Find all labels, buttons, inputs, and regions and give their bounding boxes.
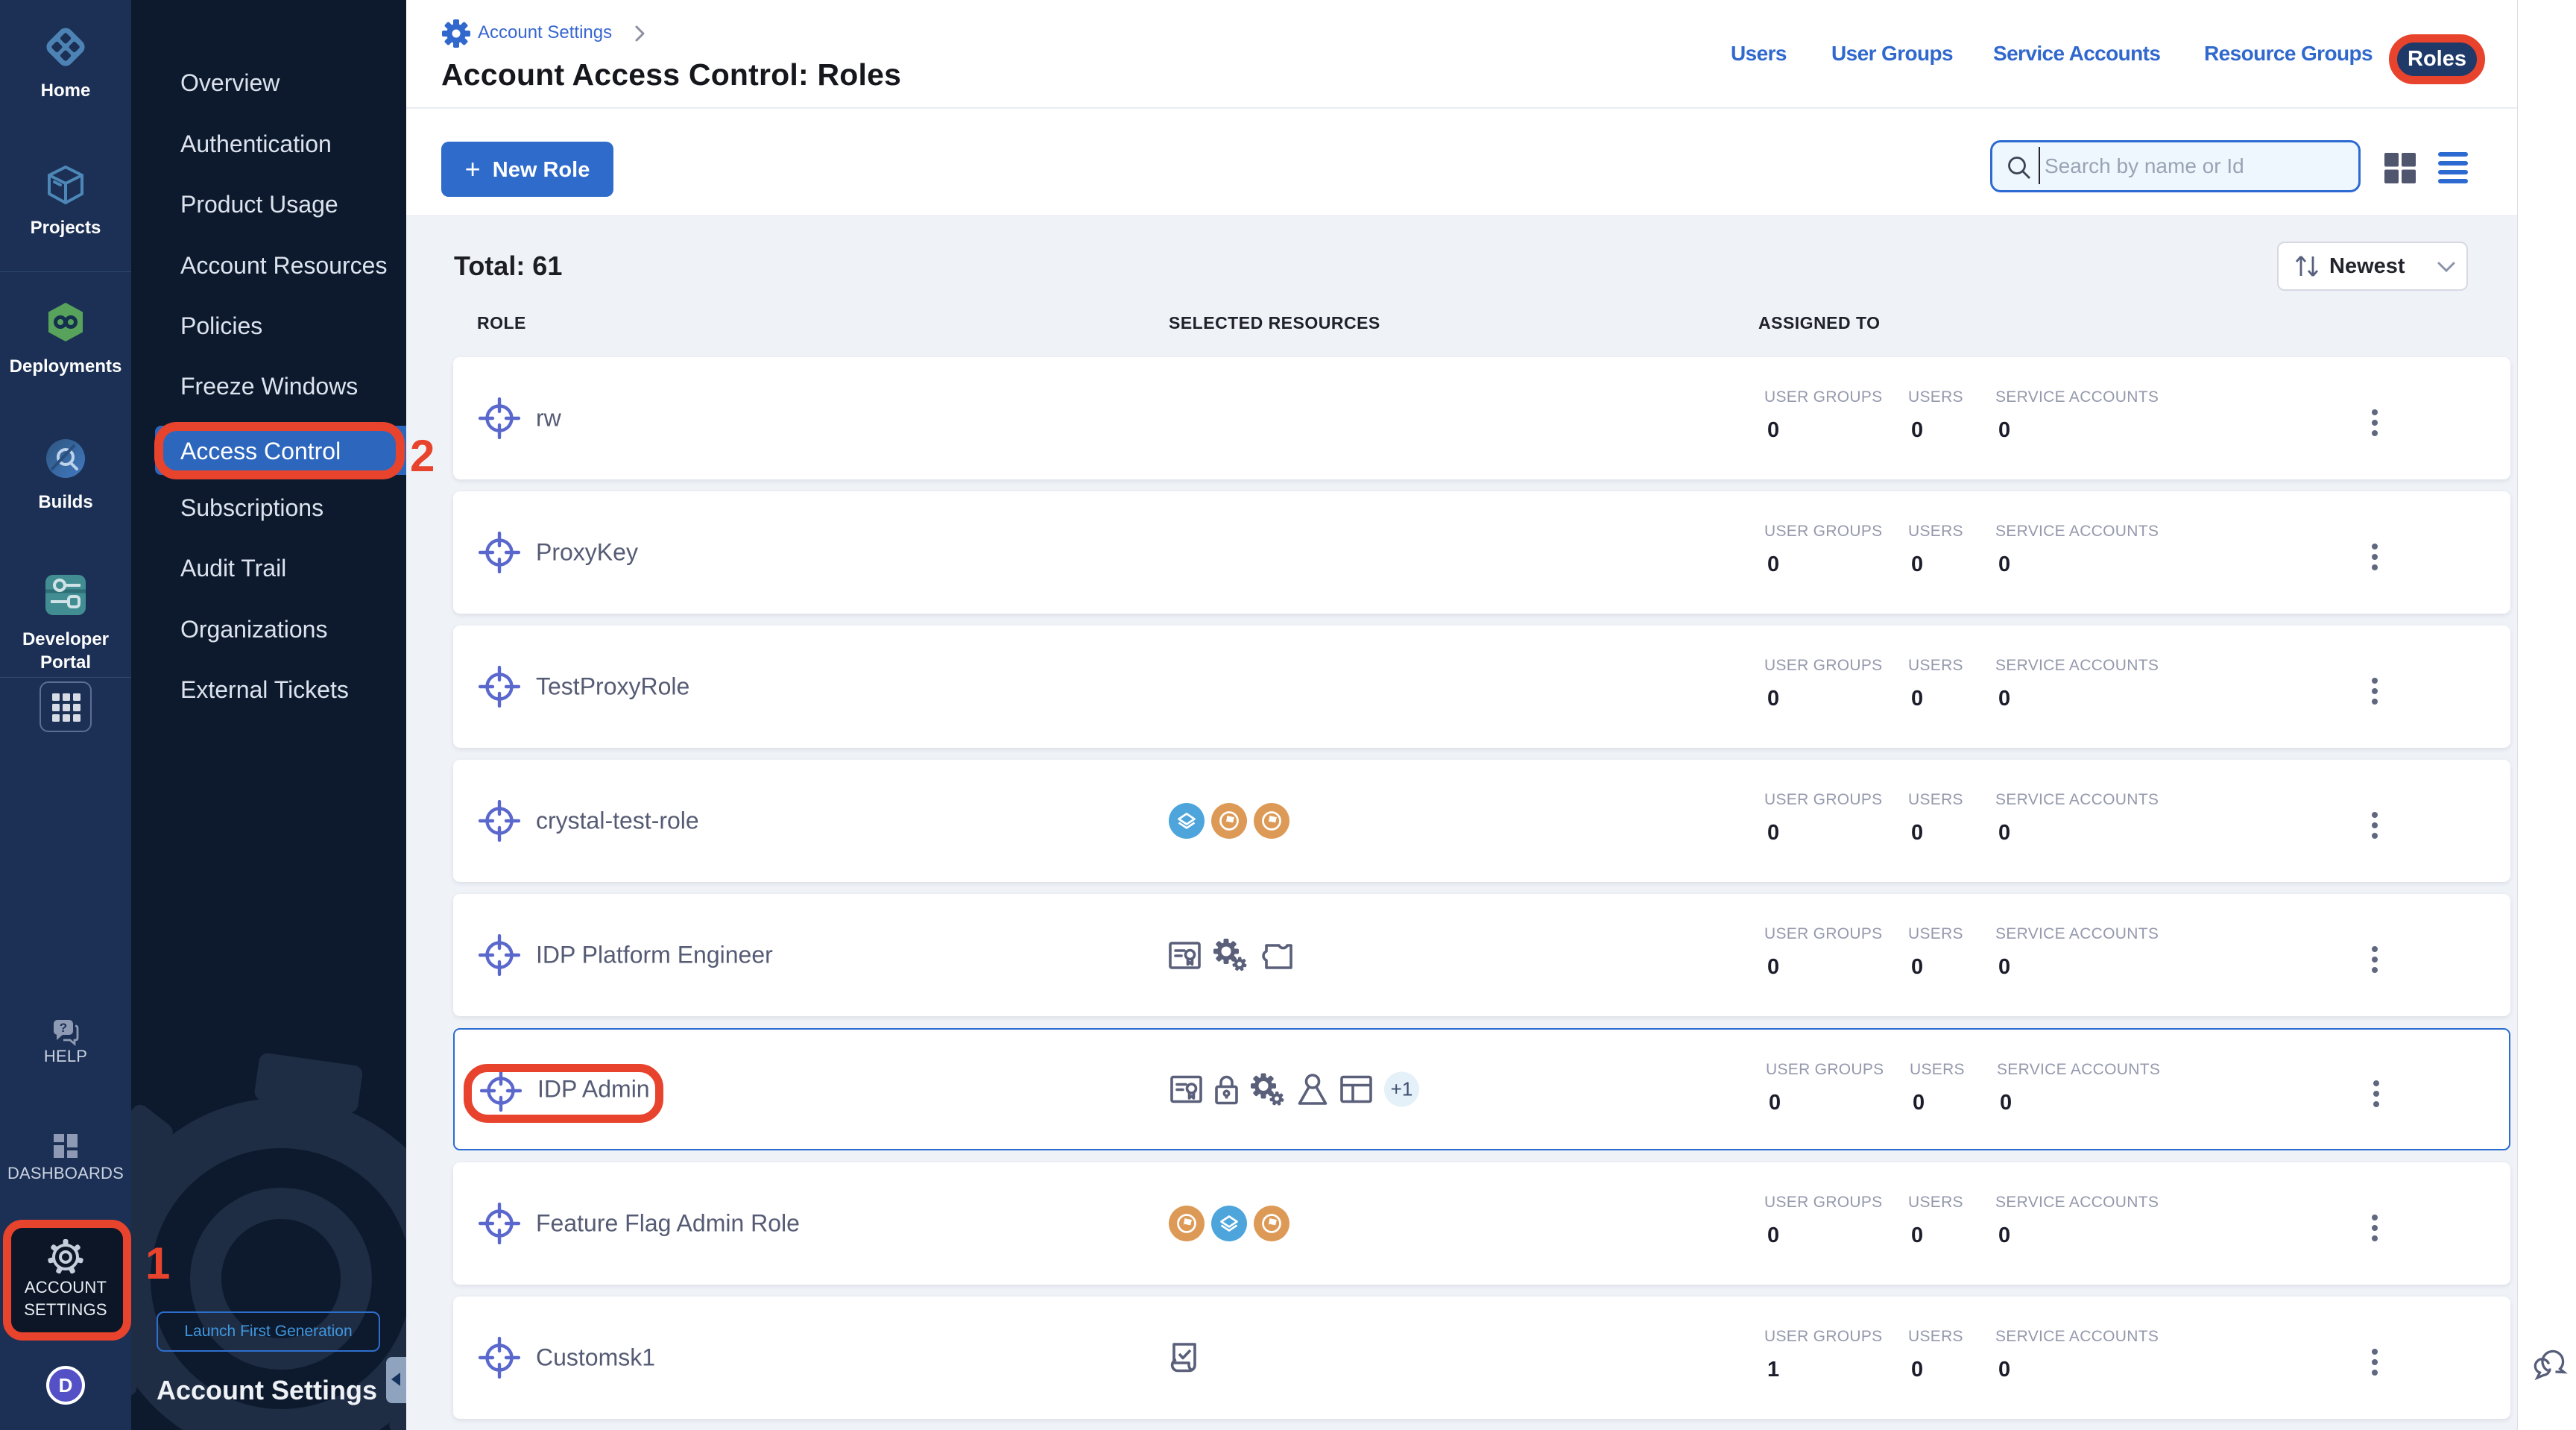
- svg-text:?: ?: [60, 1021, 67, 1035]
